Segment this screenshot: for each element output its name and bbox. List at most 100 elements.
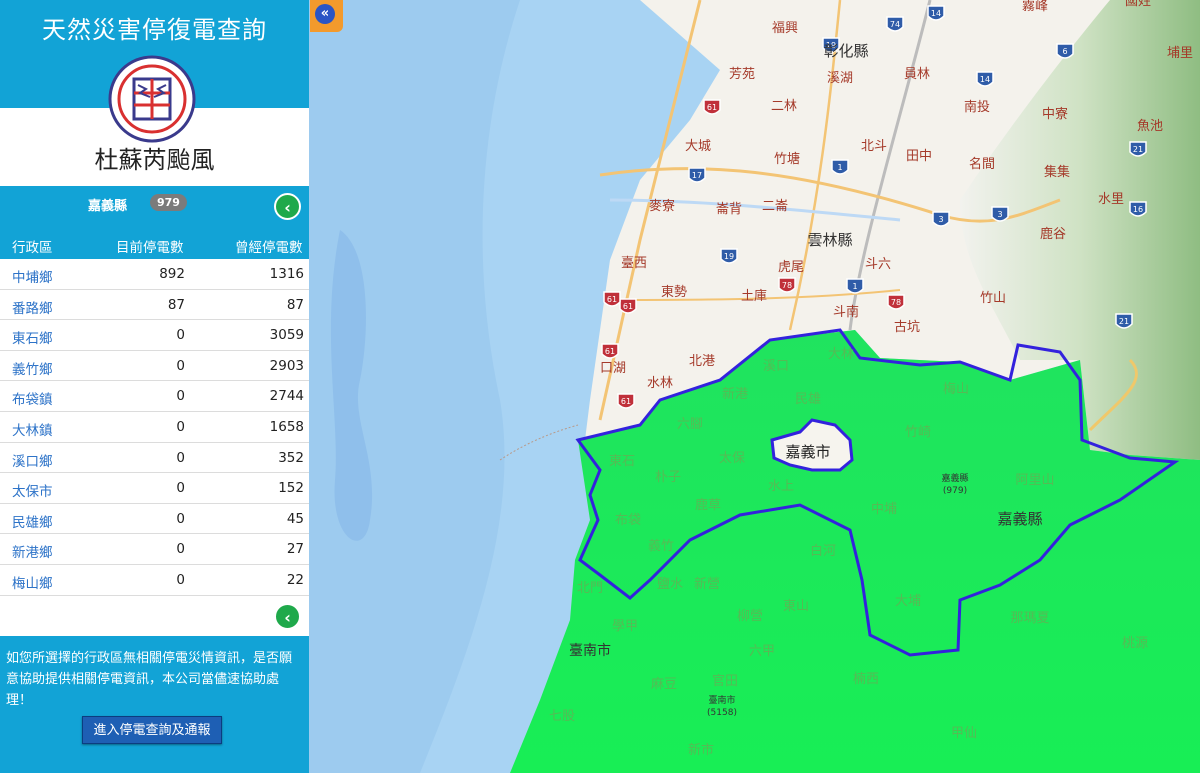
- map-label-dongshi_y: 東勢: [661, 284, 687, 300]
- map-label-guantian: 官田: [712, 673, 738, 689]
- total-outage: 2903: [269, 357, 304, 374]
- map-label-xinying: 新營: [694, 576, 720, 592]
- back-button-bottom[interactable]: ‹: [274, 603, 301, 630]
- map-label-namaxia: 那瑪夏: [1010, 611, 1049, 626]
- table-row[interactable]: 溪口鄉 0 352: [0, 443, 309, 474]
- table-row[interactable]: 太保市 0 152: [0, 473, 309, 504]
- table-row[interactable]: 大林鎮 0 1658: [0, 412, 309, 443]
- district-name[interactable]: 東石鄉: [12, 327, 53, 347]
- district-name[interactable]: 中埔鄉: [12, 266, 53, 286]
- map-label-dalin: 大林: [828, 347, 854, 362]
- table-header: 行政區 目前停電數 曾經停電數: [0, 229, 309, 259]
- collapse-sidebar-button[interactable]: «: [310, 0, 343, 32]
- highway-shield-icon: 17: [688, 167, 706, 183]
- district-name[interactable]: 新港鄉: [12, 541, 53, 561]
- map-label-dongshan: 東山: [783, 598, 809, 614]
- district-name[interactable]: 梅山鄉: [12, 572, 53, 592]
- back-button[interactable]: ‹: [274, 193, 301, 220]
- map-label-dapu: 大埔: [895, 594, 921, 609]
- map-label-shuili: 水里: [1098, 192, 1124, 207]
- chevron-left-icon: ‹: [284, 198, 291, 217]
- highway-shield-icon: 14: [927, 5, 945, 21]
- current-outage: 0: [176, 480, 185, 497]
- svg-text:74: 74: [890, 20, 900, 29]
- district-name[interactable]: 大林鎮: [12, 419, 53, 439]
- map-label-dacheng: 大城: [685, 139, 711, 154]
- map-label-beidou: 北斗: [861, 139, 887, 154]
- map-label-yizhu: 義竹: [648, 538, 674, 554]
- map-label-xuejia: 學甲: [612, 619, 638, 634]
- map-label-guoxing: 國姓: [1125, 0, 1151, 9]
- current-outage: 87: [167, 296, 185, 313]
- map-label-zhongliao: 中寮: [1042, 106, 1068, 122]
- total-outage: 2744: [269, 388, 304, 405]
- svg-text:19: 19: [724, 252, 734, 261]
- map-label-chiayi-city: 嘉義市: [785, 443, 830, 461]
- svg-text:3: 3: [938, 215, 943, 224]
- svg-text:61: 61: [621, 397, 631, 406]
- map-label-nantou: 南投: [964, 99, 990, 115]
- district-table: 中埔鄉 892 1316 番路鄉 87 87 東石鄉 0 3059 義竹鄉 0 2903 布袋鎮 0 274…: [0, 259, 309, 596]
- map-label-lucao: 鹿草: [695, 497, 721, 513]
- map-label-liuying: 柳營: [737, 609, 763, 624]
- district-name[interactable]: 番路鄉: [12, 297, 53, 317]
- map[interactable]: 74 14 6 19 14 61 61 17 1 3 21 16 19 78 1 78 21 61 3 61 61 彰化…: [309, 0, 1200, 773]
- sidebar: 天然災害停復電查詢 杜蘇芮颱風 嘉義縣 979 ‹ 行政區 目前停電數 曾經停電…: [0, 0, 309, 773]
- svg-text:14: 14: [980, 75, 990, 84]
- map-label-chiayi_county_count: (979): [943, 486, 967, 496]
- map-label-alishan: 阿里山: [1015, 473, 1054, 488]
- map-label-erlin: 二林: [771, 99, 797, 114]
- svg-text:78: 78: [782, 281, 792, 290]
- report-outage-button[interactable]: 進入停電查詢及通報: [82, 716, 222, 744]
- district-name[interactable]: 溪口鄉: [12, 450, 53, 470]
- header-district: 行政區: [12, 240, 53, 256]
- double-chevron-left-icon: «: [315, 4, 335, 24]
- district-name[interactable]: 義竹鄉: [12, 358, 53, 378]
- district-name[interactable]: 布袋鎮: [12, 388, 53, 408]
- table-row[interactable]: 新港鄉 0 27: [0, 534, 309, 565]
- table-row[interactable]: 梅山鄉 0 22: [0, 565, 309, 596]
- map-label-erlun: 二崙: [762, 199, 788, 214]
- svg-text:14: 14: [931, 9, 941, 18]
- county-bar: 嘉義縣 979 ‹: [0, 186, 309, 229]
- map-label-madou: 麻豆: [651, 677, 677, 692]
- map-label-beigang: 北港: [689, 354, 715, 369]
- map-label-yunlin: 雲林縣: [807, 231, 852, 249]
- map-label-lugu: 鹿谷: [1040, 226, 1066, 242]
- current-outage: 0: [176, 510, 185, 527]
- map-label-xikou: 溪口: [763, 359, 789, 374]
- current-outage: 0: [176, 388, 185, 405]
- table-row[interactable]: 中埔鄉 892 1316: [0, 259, 309, 290]
- table-row[interactable]: 民雄鄉 0 45: [0, 504, 309, 535]
- map-label-taoyuan: 桃源: [1122, 636, 1148, 651]
- map-label-xingang: 新港: [722, 386, 748, 402]
- total-outage: 87: [286, 296, 304, 313]
- map-label-yuanlin: 員林: [904, 67, 930, 82]
- highway-shield-icon: 3: [991, 206, 1009, 222]
- map-label-zhutang: 竹塘: [774, 151, 800, 167]
- map-label-mailiao: 麥寮: [649, 198, 675, 214]
- map-label-beimen: 北門: [577, 581, 603, 596]
- map-label-yuchi: 魚池: [1137, 119, 1163, 134]
- county-count-badge: 979: [150, 194, 187, 211]
- district-name[interactable]: 太保市: [12, 480, 53, 500]
- table-row[interactable]: 番路鄉 87 87: [0, 290, 309, 321]
- map-canvas[interactable]: 7414619146161171321161978 178216136161 彰化…: [309, 0, 1200, 773]
- map-label-zhuqi: 竹崎: [905, 425, 931, 440]
- map-label-chiayi_county_alt: 嘉義縣: [941, 472, 968, 484]
- map-label-lunbei: 崙背: [716, 202, 742, 217]
- map-label-tuku: 土庫: [741, 289, 767, 304]
- highway-shield-icon: 78: [887, 294, 905, 310]
- total-outage: 1316: [269, 266, 304, 282]
- highway-shield-icon: 1: [846, 278, 864, 294]
- table-row[interactable]: 布袋鎮 0 2744: [0, 381, 309, 412]
- map-label-changhua: 彰化縣: [823, 42, 868, 60]
- map-label-liujiao: 六腳: [677, 417, 703, 432]
- svg-text:21: 21: [1119, 317, 1129, 326]
- total-outage: 45: [286, 510, 304, 527]
- map-label-taibao: 太保: [719, 451, 745, 466]
- district-name[interactable]: 民雄鄉: [12, 511, 53, 531]
- table-row[interactable]: 義竹鄉 0 2903: [0, 351, 309, 382]
- map-label-tianzhong: 田中: [906, 149, 932, 164]
- table-row[interactable]: 東石鄉 0 3059: [0, 320, 309, 351]
